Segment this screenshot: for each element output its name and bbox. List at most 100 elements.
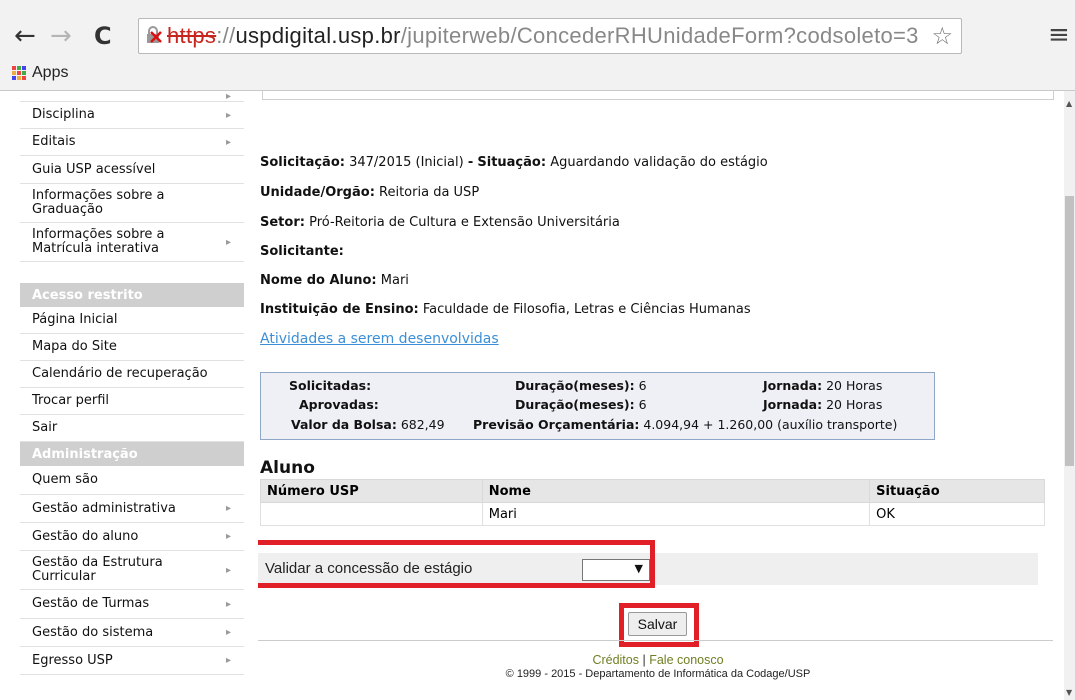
- sidebar-item-quem-sao[interactable]: Quem são: [20, 466, 244, 495]
- cell-numero-usp: [260, 502, 483, 526]
- sidebar-item-gestao-da-estrutura-curricular[interactable]: Gestão da Estrutura Curricular ▸: [20, 551, 244, 590]
- instituicao-label: Instituição de Ensino:: [260, 302, 419, 317]
- jornada-solicitadas-value: 20 Horas: [826, 378, 883, 393]
- sidebar-item-label: Gestão do aluno: [32, 528, 139, 544]
- column-header-numero-usp: Número USP: [260, 479, 483, 503]
- sidebar-item-gestao-do-sistema[interactable]: Gestão do sistema ▸: [20, 619, 244, 647]
- sidebar-item-label: Egresso USP: [32, 652, 113, 668]
- sidebar-item-pagina-inicial[interactable]: Página Inicial: [20, 307, 244, 334]
- fale-conosco-link[interactable]: Fale conosco: [649, 653, 723, 667]
- sidebar-item-disciplina[interactable]: Disciplina ▸: [20, 102, 244, 129]
- sidebar-item-label: Gestão da Estrutura Curricular: [32, 555, 163, 584]
- bolsa-value: 682,49: [400, 417, 445, 432]
- sidebar-section-header: Administração: [20, 442, 244, 466]
- solicitacao-line: Solicitação: 347/2015 (Inicial) - Situaç…: [260, 155, 768, 170]
- sidebar-section-header: Acesso restrito: [20, 283, 244, 307]
- cell-situacao: OK: [869, 502, 1045, 526]
- sidebar-item-editais[interactable]: Editais ▸: [20, 129, 244, 156]
- instituicao-value: Faculdade de Filosofia, Letras e Ciência…: [422, 302, 751, 317]
- sidebar-item-calendario-de-recuperacao[interactable]: Calendário de recuperação: [20, 361, 244, 388]
- setor-value: Pró-Reitoria de Cultura e Extensão Unive…: [309, 215, 620, 230]
- jornada-label-1: Jornada:: [763, 378, 823, 393]
- previsao-line: Previsão Orçamentária: 4.094,94 + 1.260,…: [473, 417, 897, 432]
- url-host: uspdigital.usp.br: [235, 23, 401, 48]
- solicitante-label: Solicitante:: [260, 244, 344, 259]
- page-scrollbar[interactable]: ▲ ▼: [1064, 91, 1075, 700]
- aluno-table: Número USP Nome Situação Mari OK: [260, 479, 1045, 526]
- browser-menu-icon[interactable]: ≡: [1048, 20, 1070, 50]
- sidebar-item-gestao-de-turmas[interactable]: Gestão de Turmas ▸: [20, 590, 244, 619]
- sidebar-item-label: Trocar perfil: [32, 393, 110, 408]
- creditos-link[interactable]: Créditos: [592, 653, 639, 667]
- sidebar-item-label: Página Inicial: [32, 312, 118, 327]
- bookmark-star-icon[interactable]: ☆: [931, 22, 953, 50]
- sidebar-item-informacoes-sobre-a-matricula-interativa[interactable]: Informações sobre a Matrícula interativa…: [20, 223, 244, 262]
- sidebar-item-label: Editais: [32, 134, 76, 149]
- submenu-arrow-icon: ▸: [226, 564, 232, 576]
- solicitadas-label: Solicitadas:: [289, 378, 372, 393]
- url-path: /jupiterweb/ConcederRHUnidadeForm?codsol…: [400, 23, 919, 48]
- table-row: Mari OK: [260, 502, 1045, 526]
- situacao-separator: -: [467, 155, 474, 170]
- setor-label: Setor:: [260, 215, 305, 230]
- sidebar-item-label: Sair: [32, 420, 58, 435]
- sidebar-item-label: Gestão do sistema: [32, 624, 154, 640]
- column-header-nome: Nome: [481, 479, 871, 503]
- sidebar-item-informacoes-sobre-a-graduacao[interactable]: Informações sobre a Graduação: [20, 184, 244, 223]
- sidebar-item-sair[interactable]: Sair: [20, 415, 244, 442]
- scroll-down-icon[interactable]: ▼: [1066, 688, 1072, 697]
- sidebar-item-label: Gestão administrativa: [32, 500, 176, 516]
- sidebar-item-label: Disciplina: [32, 107, 95, 122]
- scroll-thumb[interactable]: [1065, 196, 1074, 466]
- sidebar-item-label: Gestão de Turmas: [32, 596, 150, 611]
- duracao-aprovadas: Duração(meses): 6: [515, 397, 647, 412]
- unidade-label: Unidade/Orgão:: [260, 185, 375, 200]
- atividades-link[interactable]: Atividades a serem desenvolvidas: [260, 331, 499, 347]
- sidebar-item-trocar-perfil[interactable]: Trocar perfil: [20, 388, 244, 415]
- footer-links: Créditos | Fale conosco: [258, 653, 1058, 667]
- instituicao-line: Instituição de Ensino: Faculdade de Filo…: [260, 302, 751, 317]
- apps-grid-icon[interactable]: [12, 66, 26, 80]
- unidade-value: Reitoria da USP: [379, 185, 480, 200]
- sidebar-item-label: Quem são: [32, 472, 98, 487]
- jornada-solicitadas: Jornada: 20 Horas: [763, 378, 882, 393]
- solicitacao-label: Solicitação:: [260, 155, 345, 170]
- submenu-arrow-icon: ▸: [226, 503, 232, 514]
- footer-separator: |: [642, 653, 646, 667]
- sidebar-menu: Calendário USP ▸ Disciplina ▸ Editais ▸ Guia U…: [20, 91, 244, 675]
- duracao-solicitadas-value: 6: [638, 378, 647, 393]
- submenu-arrow-icon: ▸: [226, 109, 232, 121]
- solicitante-line: Solicitante:: [260, 244, 344, 259]
- column-header-situacao: Situação: [869, 479, 1045, 503]
- duracao-solicitadas: Duração(meses): 6: [515, 378, 647, 393]
- address-bar[interactable]: https://uspdigital.usp.br/jupiterweb/Con…: [138, 18, 962, 54]
- submenu-arrow-icon: ▸: [226, 655, 232, 666]
- copyright: © 1999 - 2015 - Departamento de Informát…: [505, 668, 811, 680]
- sidebar-item-label: Mapa do Site: [32, 339, 117, 354]
- sidebar-item-gestao-do-aluno[interactable]: Gestão do aluno ▸: [20, 523, 244, 551]
- sidebar-item-calendario-usp[interactable]: Calendário USP ▸: [20, 91, 244, 102]
- reload-icon[interactable]: C: [94, 22, 112, 50]
- url-scheme: https: [167, 23, 217, 48]
- jornada-label-2: Jornada:: [763, 397, 823, 412]
- sidebar-item-guia-usp-acessivel[interactable]: Guia USP acessível: [20, 156, 244, 184]
- scroll-up-icon[interactable]: ▲: [1066, 99, 1072, 108]
- situacao-label: Situação:: [477, 155, 547, 170]
- back-arrow-icon[interactable]: ←: [14, 22, 36, 50]
- sidebar: Calendário USP ▸ Disciplina ▸ Editais ▸ Guia U…: [0, 91, 258, 700]
- sidebar-item-mapa-do-site[interactable]: Mapa do Site: [20, 334, 244, 361]
- browser-chrome: ← → C https://uspdigital.usp.br/jupiterw…: [0, 0, 1075, 91]
- sidebar-item-label: Calendário de recuperação: [32, 366, 208, 381]
- submenu-arrow-icon: ▸: [226, 91, 232, 102]
- footer-divider: [258, 640, 1053, 641]
- apps-bookmark[interactable]: Apps: [32, 64, 68, 82]
- sidebar-item-egresso-usp[interactable]: Egresso USP ▸: [20, 647, 244, 675]
- submenu-arrow-icon: ▸: [226, 136, 232, 148]
- previsao-value: 4.094,94 + 1.260,00 (auxílio transporte): [643, 417, 898, 432]
- setor-line: Setor: Pró-Reitoria de Cultura e Extensã…: [260, 215, 620, 230]
- previsao-label: Previsão Orçamentária:: [473, 417, 640, 432]
- sidebar-item-gestao-administrativa[interactable]: Gestão administrativa ▸: [20, 495, 244, 523]
- forward-arrow-icon[interactable]: →: [50, 22, 72, 50]
- bolsa-label: Valor da Bolsa:: [291, 417, 397, 432]
